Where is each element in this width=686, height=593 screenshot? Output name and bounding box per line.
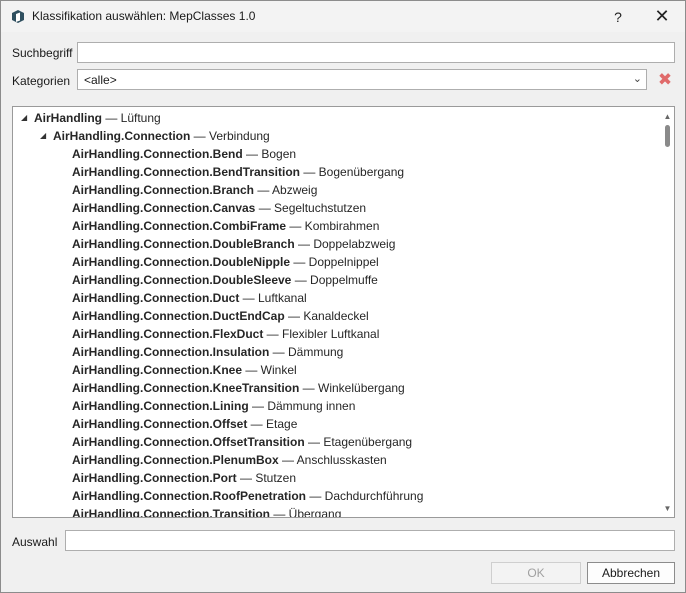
tree-item-description: — Bogenübergang	[300, 165, 405, 179]
tree-item[interactable]: ◢ AirHandling.Connection — Verbindung	[40, 127, 270, 145]
tree-item-name: AirHandling.Connection.RoofPenetration	[72, 489, 306, 503]
ok-button[interactable]: OK	[491, 562, 581, 584]
tree-item-description: — Etage	[247, 417, 298, 431]
tree-item-name: AirHandling.Connection.Offset	[72, 417, 248, 431]
tree-item[interactable]: AirHandling.Connection.DoubleNipple — Do…	[72, 253, 379, 271]
tree-item-name: AirHandling.Connection.DoubleNipple	[72, 255, 290, 269]
tree-item-description: — Doppelnippel	[290, 255, 379, 269]
tree-item-description: — Kanaldeckel	[284, 309, 369, 323]
categories-selected-value: <alle>	[84, 73, 117, 87]
categories-dropdown[interactable]: <alle> ⌄	[77, 69, 647, 90]
tree-item[interactable]: AirHandling.Connection.Port — Stutzen	[72, 469, 296, 487]
scroll-thumb[interactable]	[665, 125, 670, 147]
tree-item-name: AirHandling.Connection.KneeTransition	[72, 381, 300, 395]
tree-item-description: — Bogen	[242, 147, 297, 161]
tree-item-name: AirHandling.Connection.Transition	[72, 507, 270, 518]
tree-scrollbar[interactable]: ▲ ▼	[661, 107, 674, 517]
tree-item[interactable]: ◢ AirHandling — Lüftung	[21, 109, 161, 127]
tree-item[interactable]: AirHandling.Connection.RoofPenetration —…	[72, 487, 423, 505]
tree-item[interactable]: AirHandling.Connection.KneeTransition — …	[72, 379, 405, 397]
tree-item-name: AirHandling.Connection.Duct	[72, 291, 240, 305]
tree-item-description: — Dämmung	[269, 345, 344, 359]
tree-item[interactable]: AirHandling.Connection.BendTransition — …	[72, 163, 404, 181]
classification-tree[interactable]: ◢ AirHandling — Lüftung ◢ AirHandling.Conne…	[12, 106, 675, 518]
window-title: Klassifikation auswählen: MepClasses 1.0	[32, 9, 256, 23]
tree-item-name: AirHandling.Connection.OffsetTransition	[72, 435, 305, 449]
scroll-down-arrow-icon[interactable]: ▼	[661, 502, 674, 515]
tree-item[interactable]: AirHandling.Connection.Branch — Abzweig	[72, 181, 317, 199]
tree-item[interactable]: AirHandling.Connection.Canvas — Segeltuc…	[72, 199, 366, 217]
tree-item[interactable]: AirHandling.Connection.Offset — Etage	[72, 415, 297, 433]
tree-item-name: AirHandling.Connection.Knee	[72, 363, 243, 377]
chevron-down-icon: ⌄	[632, 73, 642, 85]
expand-collapse-icon[interactable]: ◢	[40, 127, 46, 145]
tree-item[interactable]: AirHandling.Connection.Duct — Luftkanal	[72, 289, 307, 307]
tree-item-description: — Anschlusskasten	[278, 453, 387, 467]
clear-filter-icon[interactable]: ✖	[656, 71, 674, 89]
search-input[interactable]	[77, 42, 675, 63]
tree-item-name: AirHandling.Connection.BendTransition	[72, 165, 300, 179]
selection-input[interactable]	[65, 530, 675, 551]
tree-item[interactable]: AirHandling.Connection.DoubleBranch — Do…	[72, 235, 395, 253]
cancel-button[interactable]: Abbrechen	[587, 562, 675, 584]
categories-label: Kategorien	[12, 74, 71, 88]
tree-item-description: — Doppelabzweig	[294, 237, 396, 251]
tree-item-name: AirHandling.Connection.DoubleBranch	[72, 237, 295, 251]
title-bar[interactable]: Klassifikation auswählen: MepClasses 1.0…	[1, 1, 685, 32]
tree-item-name: AirHandling.Connection.Branch	[72, 183, 255, 197]
tree-item-name: AirHandling.Connection.Bend	[72, 147, 243, 161]
tree-item-description: — Winkelübergang	[299, 381, 405, 395]
close-button[interactable]: ✕	[639, 1, 685, 32]
tree-item-name: AirHandling.Connection.PlenumBox	[72, 453, 279, 467]
tree-item-name: AirHandling.Connection.CombiFrame	[72, 219, 287, 233]
tree-item-name: AirHandling.Connection.Lining	[72, 399, 249, 413]
dialog-window: Klassifikation auswählen: MepClasses 1.0…	[0, 0, 686, 593]
tree-item-description: — Verbindung	[190, 129, 270, 143]
tree-item[interactable]: AirHandling.Connection.DuctEndCap — Kana…	[72, 307, 369, 325]
tree-item[interactable]: AirHandling.Connection.Knee — Winkel	[72, 361, 297, 379]
tree-item-name: AirHandling.Connection.FlexDuct	[72, 327, 264, 341]
tree-item[interactable]: AirHandling.Connection.Insulation — Dämm…	[72, 343, 343, 361]
tree-item[interactable]: AirHandling.Connection.Transition — Über…	[72, 505, 342, 518]
tree-item[interactable]: AirHandling.Connection.Lining — Dämmung …	[72, 397, 355, 415]
tree-item-name: AirHandling.Connection.Insulation	[72, 345, 270, 359]
tree-item-name: AirHandling.Connection.DoubleSleeve	[72, 273, 292, 287]
scroll-up-arrow-icon[interactable]: ▲	[661, 110, 674, 123]
tree-item-description: — Stutzen	[236, 471, 297, 485]
tree-item-description: — Dämmung innen	[248, 399, 356, 413]
tree-item[interactable]: AirHandling.Connection.PlenumBox — Ansch…	[72, 451, 387, 469]
tree-item[interactable]: AirHandling.Connection.DoubleSleeve — Do…	[72, 271, 378, 289]
expand-collapse-icon[interactable]: ◢	[21, 109, 27, 127]
tree-item-description: — Dachdurchführung	[306, 489, 424, 503]
tree-item-description: — Flexibler Luftkanal	[263, 327, 380, 341]
tree-item[interactable]: AirHandling.Connection.CombiFrame — Komb…	[72, 217, 379, 235]
tree-item-description: — Doppelmuffe	[291, 273, 378, 287]
selection-label: Auswahl	[12, 535, 58, 549]
tree-item[interactable]: AirHandling.Connection.Bend — Bogen	[72, 145, 296, 163]
tree-item-description: — Übergang	[270, 507, 342, 518]
tree-item-description: — Lüftung	[102, 111, 161, 125]
tree-item-description: — Kombirahmen	[286, 219, 380, 233]
tree-item-name: AirHandling.Connection.Port	[72, 471, 237, 485]
tree-item-description: — Etagenübergang	[304, 435, 413, 449]
tree-item[interactable]: AirHandling.Connection.OffsetTransition …	[72, 433, 412, 451]
app-logo-icon	[12, 10, 24, 23]
tree-item-name: AirHandling.Connection	[53, 129, 191, 143]
help-button[interactable]: ?	[595, 1, 641, 32]
search-label: Suchbegriff	[12, 46, 73, 60]
tree-item-name: AirHandling.Connection.DuctEndCap	[72, 309, 285, 323]
tree-item-description: — Winkel	[242, 363, 297, 377]
tree-item-description: — Segeltuchstutzen	[255, 201, 367, 215]
tree-item-description: — Luftkanal	[239, 291, 307, 305]
tree-item[interactable]: AirHandling.Connection.FlexDuct — Flexib…	[72, 325, 379, 343]
tree-item-description: — Abzweig	[254, 183, 318, 197]
tree-item-name: AirHandling.Connection.Canvas	[72, 201, 256, 215]
tree-item-name: AirHandling	[34, 111, 102, 125]
